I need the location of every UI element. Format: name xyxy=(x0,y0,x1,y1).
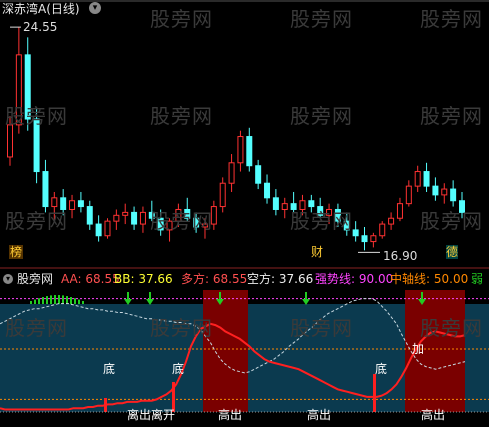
low-price-label: 16.90 xyxy=(383,249,418,263)
info-tag-left[interactable]: 榜 xyxy=(9,245,24,259)
candle-body xyxy=(405,185,412,205)
candle-body xyxy=(42,171,49,208)
watermark: 股旁网 xyxy=(150,316,213,340)
strength-bar xyxy=(42,297,44,304)
add-signal-label: 加 xyxy=(412,342,425,356)
chart-canvas xyxy=(0,0,489,413)
watermark: 股旁网 xyxy=(420,209,483,233)
stock-title[interactable]: 深赤湾A(日线) xyxy=(2,2,80,16)
strength-bar xyxy=(58,295,60,304)
candle-body xyxy=(228,162,235,184)
sell-zone xyxy=(203,290,248,412)
strength-bar xyxy=(78,299,80,304)
bottom-signal-bar xyxy=(104,398,107,412)
bottom-signal-label: 底 xyxy=(375,362,388,376)
watermark: 股旁网 xyxy=(420,316,483,340)
chevron-down-icon[interactable]: ▾ xyxy=(89,2,101,14)
candle-body xyxy=(139,211,146,225)
candle-body xyxy=(131,211,138,225)
candle-body xyxy=(237,136,244,164)
strength-bar xyxy=(38,298,40,304)
candle-body xyxy=(77,200,84,208)
info-tag-right[interactable]: 德 xyxy=(446,245,459,259)
candle-body xyxy=(104,220,111,237)
mid-line-value: 中轴线: 50.00 xyxy=(390,272,469,286)
exit-signal-label: 高出 xyxy=(307,408,332,422)
duofang-value: 多方: 68.55 xyxy=(181,272,248,286)
candle-body xyxy=(122,211,129,216)
watermark: 股旁网 xyxy=(150,104,213,128)
strength-bar xyxy=(54,295,56,304)
indicator-name[interactable]: 股旁网 xyxy=(17,272,53,286)
candle-body xyxy=(113,214,120,222)
chevron-down-icon[interactable]: ▾ xyxy=(3,274,13,284)
strength-bar xyxy=(50,295,52,304)
candle-body xyxy=(352,229,359,237)
bottom-signal-label: 底 xyxy=(172,362,185,376)
exit-signal-label: 高出 xyxy=(421,408,446,422)
watermark: 股旁网 xyxy=(290,316,353,340)
strength-bar xyxy=(30,301,32,304)
strong-line-value: 强势线: 90.00 xyxy=(315,272,394,286)
watermark: 股旁网 xyxy=(5,209,68,233)
candle-body xyxy=(95,223,102,237)
bottom-signal-label: 底 xyxy=(103,362,116,376)
candle-body xyxy=(414,171,421,187)
candle-body xyxy=(86,206,93,225)
watermark: 股旁网 xyxy=(290,104,353,128)
strength-bar xyxy=(74,298,76,304)
exit-signal-label: 离出离开 xyxy=(127,408,176,422)
candle-body xyxy=(450,188,457,202)
watermark: 股旁网 xyxy=(5,104,68,128)
watermark: 股旁网 xyxy=(290,7,353,31)
watermark: 股旁网 xyxy=(420,104,483,128)
candle-body xyxy=(388,217,395,225)
bb-value: BB: 37.66 xyxy=(114,272,173,286)
info-tag-mid[interactable]: 财 xyxy=(311,245,323,259)
aa-value: AA: 68.55 xyxy=(61,272,120,286)
exit-signal-label: 高出 xyxy=(218,408,243,422)
bottom-signal-bar xyxy=(373,374,376,412)
candle-body xyxy=(264,182,271,199)
watermark: 股旁网 xyxy=(420,7,483,31)
candle-body xyxy=(361,235,368,243)
watermark: 股旁网 xyxy=(5,316,68,340)
candle-body xyxy=(396,203,403,219)
strength-bar xyxy=(34,299,36,304)
candle-body xyxy=(246,136,253,167)
weak-line-value: 弱 xyxy=(471,272,484,286)
candle-body xyxy=(7,124,13,158)
watermark: 股旁网 xyxy=(290,209,353,233)
strength-bar xyxy=(66,296,68,304)
candle-body xyxy=(441,188,448,196)
candle-body xyxy=(379,223,386,237)
candle-body xyxy=(255,165,262,184)
chart-window: 股旁网 股旁网 股旁网 股旁网 股旁网 股旁网 股旁网 股旁网 股旁网 股旁网 … xyxy=(0,0,489,423)
watermark: 股旁网 xyxy=(150,7,213,31)
candle-body xyxy=(272,197,279,210)
strength-bar xyxy=(82,301,84,304)
high-price-label: 24.55 xyxy=(23,20,58,34)
candle-body xyxy=(432,185,439,196)
strength-bar xyxy=(70,297,72,304)
candle-body xyxy=(370,235,377,243)
candle-body xyxy=(423,171,430,187)
watermark: 股旁网 xyxy=(150,209,213,233)
strength-bar xyxy=(46,296,48,304)
candle-body xyxy=(69,200,76,210)
candle-body xyxy=(219,182,226,208)
kongfang-value: 空方: 37.66 xyxy=(247,272,314,286)
strength-bar xyxy=(62,295,64,304)
candle-body xyxy=(281,203,288,210)
